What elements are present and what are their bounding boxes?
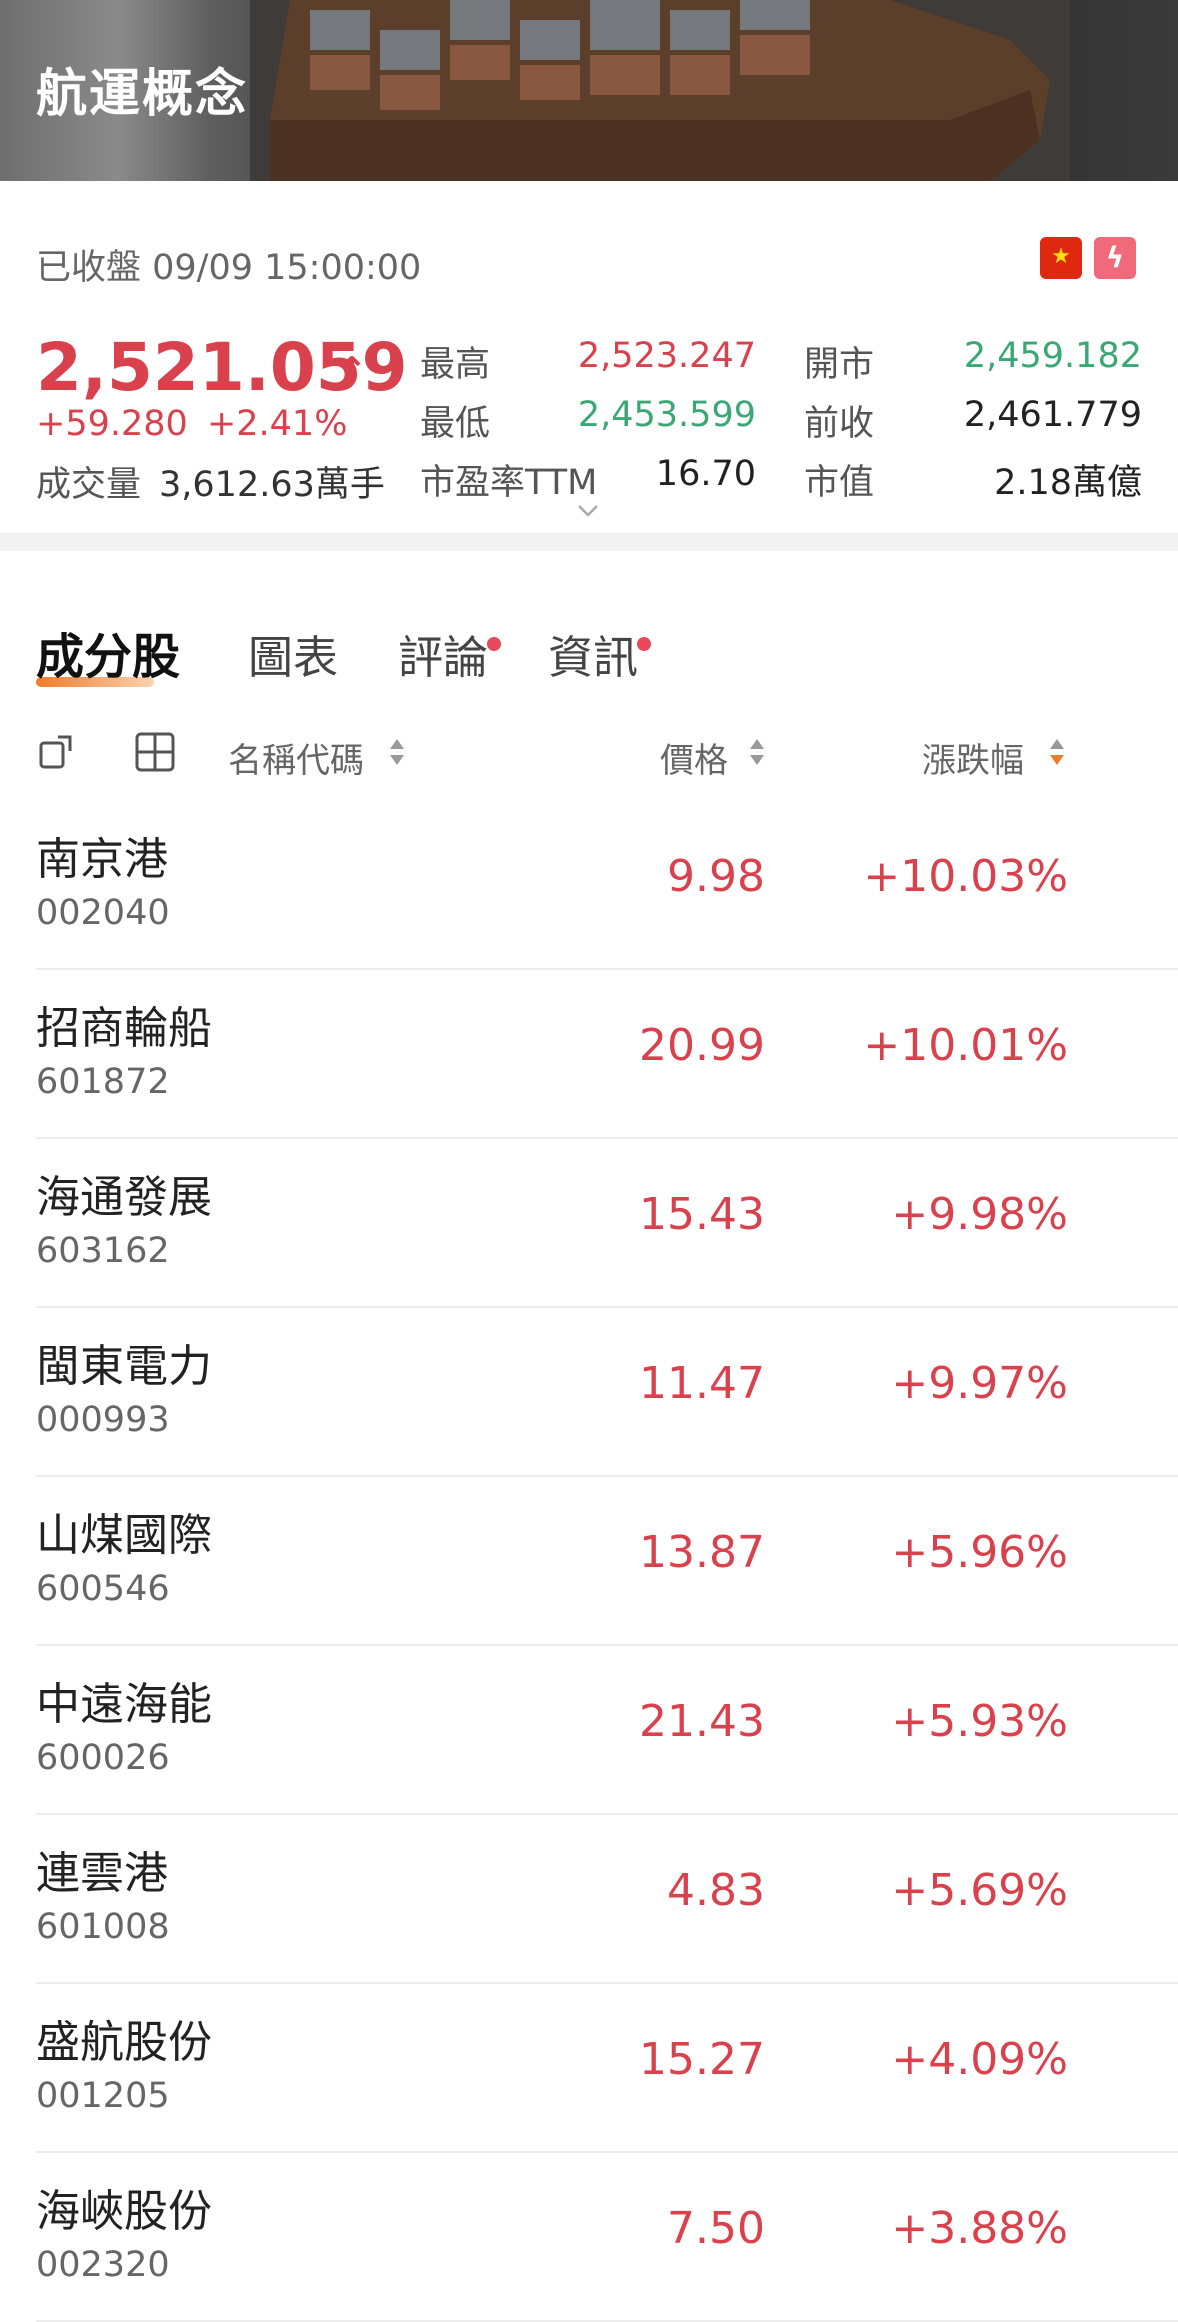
stock-price: 15.27 <box>639 2034 765 2085</box>
stock-code: 603162 <box>36 1231 170 1271</box>
stock-name: 盛航股份 <box>36 2017 212 2068</box>
table-row[interactable]: 海峽股份 002320 7.50 +3.88% <box>36 2153 1178 2322</box>
stock-list: 南京港 002040 9.98 +10.03% 招商輪船 601872 20.9… <box>0 801 1178 2322</box>
stock-price: 21.43 <box>639 1696 765 1747</box>
china-flag-icon: ★ <box>1040 237 1082 279</box>
stock-name: 南京港 <box>36 834 168 885</box>
tab-comments[interactable]: 評論 <box>398 621 488 686</box>
stock-code: 001205 <box>36 2076 170 2116</box>
table-row[interactable]: 南京港 002040 9.98 +10.03% <box>36 801 1178 970</box>
high-value: 2,523.247 <box>577 336 756 376</box>
sort-change-icon[interactable] <box>1048 737 1066 767</box>
comments-badge <box>487 637 501 651</box>
volume-label: 成交量 <box>36 465 142 505</box>
stock-price: 11.47 <box>639 1358 765 1409</box>
table-row[interactable]: 海通發展 603162 15.43 +9.98% <box>36 1139 1178 1308</box>
tab-constituents[interactable]: 成分股 <box>36 617 180 687</box>
change-percent: +2.41% <box>206 404 348 444</box>
column-change[interactable]: 漲跌幅 <box>922 733 1024 782</box>
stock-code: 002320 <box>36 2245 170 2285</box>
table-row[interactable]: 盛航股份 001205 15.27 +4.09% <box>36 1984 1178 2153</box>
change-value: +59.280 <box>36 404 188 444</box>
table-row[interactable]: 招商輪船 601872 20.99 +10.01% <box>36 970 1178 1139</box>
column-name-code[interactable]: 名稱代碼 <box>228 733 364 782</box>
low-label: 最低 <box>420 404 491 444</box>
stock-change: +10.03% <box>863 851 1068 902</box>
prev-close-value: 2,461.779 <box>963 395 1142 435</box>
stock-name: 中遠海能 <box>36 1679 212 1730</box>
column-price[interactable]: 價格 <box>660 733 728 782</box>
stock-price: 20.99 <box>639 1020 765 1071</box>
stock-change: +5.69% <box>891 1865 1068 1916</box>
market-flags: ★ ϟ <box>1040 237 1136 279</box>
ship-banner-image <box>250 0 1070 181</box>
high-label: 最高 <box>420 345 491 385</box>
stock-price: 9.98 <box>667 851 765 902</box>
market-cap-label: 市值 <box>804 463 875 503</box>
stock-name: 海通發展 <box>36 1172 212 1223</box>
table-row[interactable]: 連雲港 601008 4.83 +5.69% <box>36 1815 1178 1984</box>
stock-change: +3.88% <box>891 2203 1068 2254</box>
expand-chevron-icon[interactable] <box>576 503 600 519</box>
pe-value: 16.70 <box>655 454 756 494</box>
volume: 成交量 3,612.63萬手 <box>36 456 385 507</box>
sort-name-icon[interactable] <box>388 737 406 767</box>
stock-change: +10.01% <box>863 1020 1068 1071</box>
tab-bar: 成分股 圖表 評論 資訊 <box>0 551 1178 701</box>
stock-code: 601872 <box>36 1062 170 1102</box>
open-label: 開市 <box>804 345 875 385</box>
page-title: 航運概念 <box>36 65 249 124</box>
stock-code: 600546 <box>36 1569 170 1609</box>
column-header: 名稱代碼 價格 漲跌幅 <box>0 701 1178 801</box>
stock-code: 002040 <box>36 893 170 933</box>
market-cap-value: 2.18萬億 <box>994 463 1142 503</box>
quote-panel: 已收盤 09/09 15:00:00 ★ ϟ 2,521.059 ↑ +59.2… <box>0 181 1178 533</box>
section-divider <box>0 533 1178 551</box>
tab-chart[interactable]: 圖表 <box>248 621 338 686</box>
stock-change: +5.96% <box>891 1527 1068 1578</box>
stock-name: 海峽股份 <box>36 2186 212 2237</box>
news-badge <box>637 637 651 651</box>
pe-label: 市盈率TTM <box>420 463 598 503</box>
stock-price: 4.83 <box>667 1865 765 1916</box>
table-row[interactable]: 中遠海能 600026 21.43 +5.93% <box>36 1646 1178 1815</box>
stock-name: 招商輪船 <box>36 1003 212 1054</box>
stock-change: +9.98% <box>891 1189 1068 1240</box>
low-value: 2,453.599 <box>577 395 756 435</box>
sort-price-icon[interactable] <box>748 737 766 767</box>
prev-close-label: 前收 <box>804 404 875 444</box>
stock-name: 閩東電力 <box>36 1341 212 1392</box>
header-banner: 航運概念 <box>0 0 1178 181</box>
grid-view-icon[interactable] <box>134 731 176 773</box>
table-row[interactable]: 山煤國際 600546 13.87 +5.96% <box>36 1477 1178 1646</box>
stock-change: +4.09% <box>891 2034 1068 2085</box>
stock-code: 600026 <box>36 1738 170 1778</box>
stock-change: +5.93% <box>891 1696 1068 1747</box>
stock-name: 連雲港 <box>36 1848 168 1899</box>
stock-code: 601008 <box>36 1907 170 1947</box>
up-arrow-icon: ↑ <box>336 349 368 393</box>
stock-change: +9.97% <box>891 1358 1068 1409</box>
stock-price: 15.43 <box>639 1189 765 1240</box>
volume-value: 3,612.63萬手 <box>159 465 385 505</box>
stock-price: 7.50 <box>667 2203 765 2254</box>
stock-name: 山煤國際 <box>36 1510 212 1561</box>
open-value: 2,459.182 <box>963 336 1142 376</box>
a-share-icon: ϟ <box>1094 237 1136 279</box>
stock-code: 000993 <box>36 1400 170 1440</box>
tab-news[interactable]: 資訊 <box>548 621 638 686</box>
index-change: +59.280 +2.41% <box>36 404 347 444</box>
table-row[interactable]: 閩東電力 000993 11.47 +9.97% <box>36 1308 1178 1477</box>
market-status: 已收盤 09/09 15:00:00 <box>36 248 422 288</box>
rotate-view-icon[interactable] <box>38 731 78 771</box>
stock-price: 13.87 <box>639 1527 765 1578</box>
